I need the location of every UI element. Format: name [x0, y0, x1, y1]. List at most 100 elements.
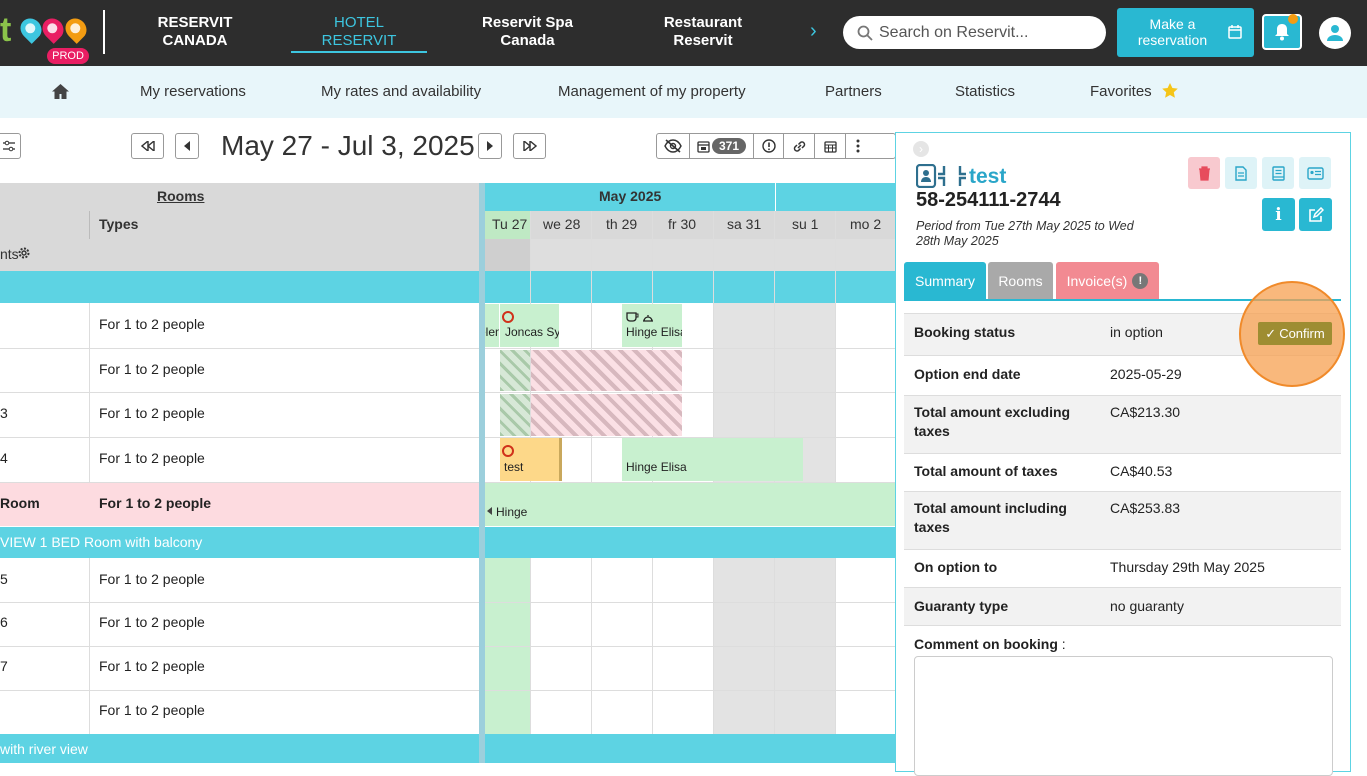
link-button[interactable]	[784, 134, 815, 158]
detail-row: On option to Thursday 29th May 2025	[904, 549, 1341, 587]
booking-bar[interactable]: Hinge	[485, 483, 895, 526]
calendar-grid-icon	[823, 140, 837, 153]
room-number[interactable]: 5	[0, 571, 8, 587]
logbook-button[interactable]	[1262, 157, 1294, 189]
date-range-title: May 27 - Jul 3, 2025	[221, 130, 475, 161]
booking-label: Hinge Elisa	[626, 325, 682, 339]
nav-rates-availability[interactable]: My rates and availability	[321, 83, 481, 100]
tab-rooms[interactable]: Rooms	[988, 262, 1053, 300]
calendar-view-button[interactable]	[815, 134, 846, 158]
row-divider	[0, 348, 895, 349]
booking-bar[interactable]: Joncas Sy	[500, 304, 559, 347]
search-input[interactable]: Search on Reservit...	[843, 16, 1106, 49]
detail-key: Option end date	[914, 366, 1021, 382]
app-label-line1: Restaurant	[663, 14, 743, 31]
top-bar: t PROD RESERVIT CANADA HOTEL RESERVIT Re…	[0, 0, 1367, 66]
row-divider	[0, 690, 895, 691]
chevron-right-icon[interactable]: ›	[810, 20, 817, 43]
make-reservation-button[interactable]: Make a reservation	[1117, 8, 1254, 57]
collapse-panel-icon[interactable]: ›	[913, 141, 929, 157]
next-period-button[interactable]	[513, 133, 546, 159]
filter-settings-button[interactable]	[0, 133, 21, 159]
booking-period: Period from Tue 27th May 2025 to Wed 28t…	[916, 219, 1134, 248]
room-number[interactable]: 6	[0, 614, 8, 630]
nav-partners[interactable]: Partners	[825, 83, 882, 100]
row-divider	[0, 392, 895, 393]
day-divider	[835, 211, 836, 483]
tab-invoices[interactable]: Invoice(s) !	[1056, 262, 1159, 300]
eye-slash-icon	[664, 139, 682, 153]
app-restaurant-reservit[interactable]: Restaurant Reservit	[648, 14, 758, 50]
search-placeholder: Search on Reservit...	[879, 23, 1029, 41]
alert-icon: !	[1132, 273, 1149, 289]
confirm-button[interactable]: ✓ Confirm	[1258, 322, 1332, 345]
more-options-button[interactable]	[846, 134, 870, 158]
section-row	[0, 734, 895, 763]
booking-bar[interactable]: elen	[485, 304, 499, 347]
nav-statistics[interactable]: Statistics	[955, 83, 1015, 100]
day-divider	[530, 558, 531, 734]
day-label: sa 31	[727, 216, 762, 232]
room-number[interactable]: 4	[0, 450, 8, 466]
delete-booking-button[interactable]	[1188, 157, 1220, 189]
room-number[interactable]: 7	[0, 658, 8, 674]
user-icon	[1327, 25, 1343, 41]
room-type: For 1 to 2 people	[99, 658, 205, 674]
booking-label: Joncas Sy	[505, 325, 559, 339]
app-reservit-canada[interactable]: RESERVIT CANADA	[140, 14, 250, 50]
user-avatar[interactable]	[1319, 17, 1351, 49]
pane-splitter[interactable]	[479, 183, 485, 763]
detail-key: On option to	[914, 559, 998, 575]
detail-value: in option	[1110, 324, 1163, 340]
app-label-line2: Canada	[500, 32, 555, 49]
room-type: For 1 to 2 people	[99, 571, 205, 587]
day-divider	[591, 211, 592, 483]
edit-icon	[1308, 206, 1324, 222]
column-divider	[89, 303, 90, 483]
previous-period-button[interactable]	[131, 133, 164, 159]
pending-reservations-button[interactable]: 371	[690, 134, 754, 158]
next-day-button[interactable]	[478, 133, 502, 159]
previous-day-button[interactable]	[175, 133, 199, 159]
hide-view-button[interactable]	[657, 134, 690, 158]
tab-summary[interactable]: Summary	[904, 262, 986, 300]
document-button[interactable]	[1225, 157, 1257, 189]
edit-booking-button[interactable]	[1299, 198, 1332, 231]
gear-icon[interactable]	[17, 246, 31, 260]
nav-property-management[interactable]: Management of my property	[558, 83, 746, 100]
app-reservit-spa[interactable]: Reservit Spa Canada	[470, 14, 585, 50]
room-number[interactable]: Room	[0, 495, 40, 511]
room-number[interactable]: 3	[0, 405, 8, 421]
info-button[interactable]	[754, 134, 784, 158]
nav-my-reservations[interactable]: My reservations	[140, 83, 246, 100]
caret-right-icon	[487, 141, 493, 151]
detail-row: Total amount of taxes CA$40.53	[904, 453, 1341, 491]
home-icon[interactable]	[51, 83, 70, 100]
room-type: For 1 to 2 people	[99, 361, 205, 377]
sliders-icon	[2, 140, 15, 152]
detail-row: Total amount excluding taxes CA$213.30	[904, 395, 1341, 453]
notifications-button[interactable]	[1262, 14, 1302, 50]
detail-key: Guaranty type	[914, 598, 1009, 614]
booking-bar[interactable]: Hinge Elisa	[622, 438, 803, 481]
month-header-bg-next	[776, 183, 895, 211]
info-button[interactable]: i	[1262, 198, 1295, 231]
nav-favorites[interactable]: Favorites	[1090, 83, 1152, 100]
app-label-line2: RESERVIT	[321, 32, 397, 49]
caret-left-icon	[487, 507, 492, 515]
guest-card-icon	[916, 164, 966, 188]
comment-textarea[interactable]	[914, 656, 1333, 776]
detail-key: Booking status	[914, 324, 1016, 340]
guest-id-button[interactable]	[1299, 157, 1331, 189]
rooms-column-header[interactable]: Rooms	[157, 188, 204, 204]
app-label-line2: CANADA	[162, 32, 228, 49]
day-label: th 29	[606, 216, 638, 232]
day-label: mo 2	[850, 216, 882, 232]
double-right-icon	[522, 141, 537, 151]
booking-bar-selected[interactable]: test	[500, 438, 562, 481]
app-label-line1: RESERVIT	[157, 14, 233, 31]
app-hotel-reservit[interactable]: HOTEL RESERVIT	[299, 14, 419, 50]
link-icon	[793, 140, 805, 152]
booking-bar[interactable]: Hinge Elisa	[622, 304, 682, 347]
detail-value: 2025-05-29	[1110, 366, 1182, 382]
